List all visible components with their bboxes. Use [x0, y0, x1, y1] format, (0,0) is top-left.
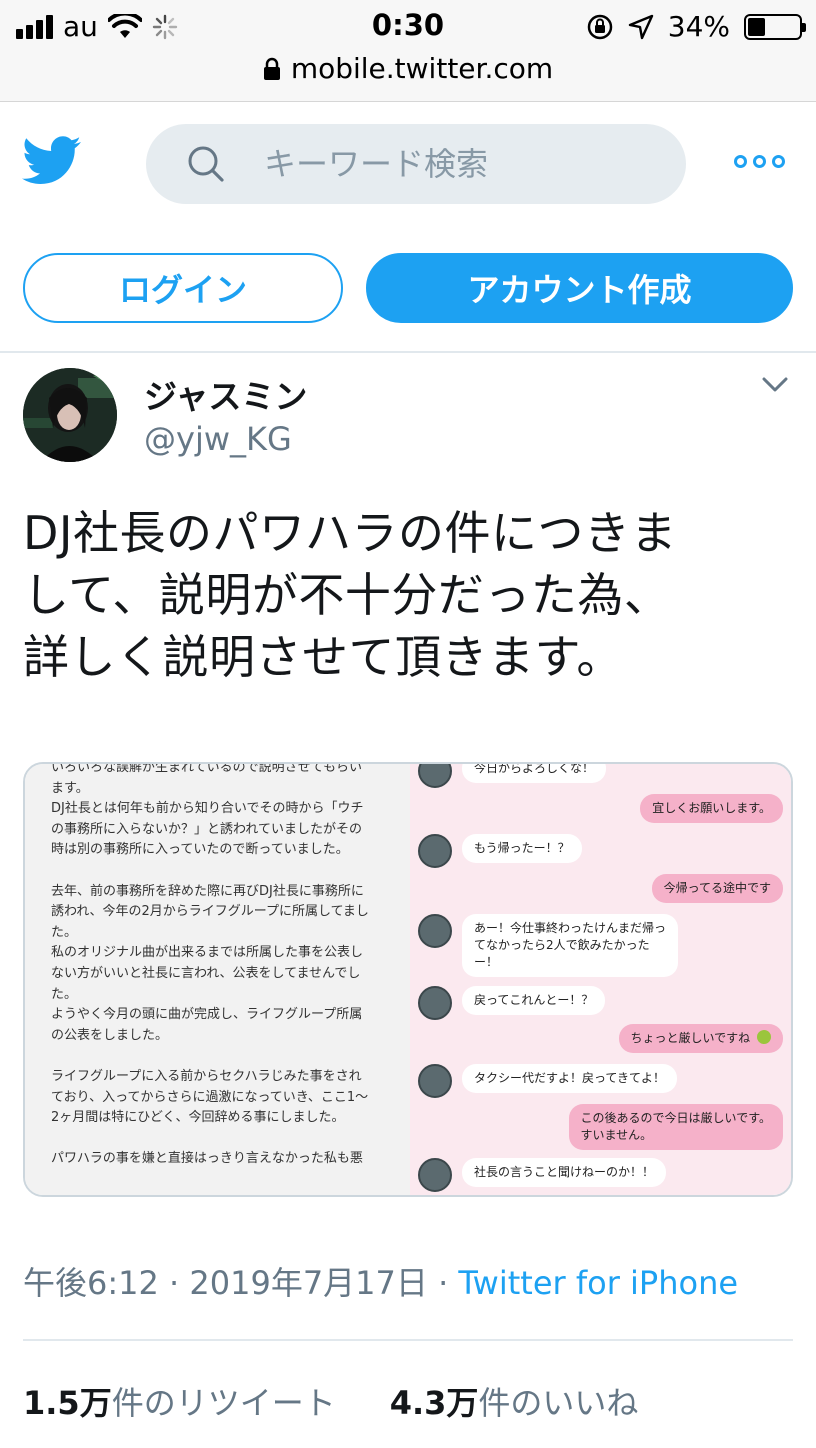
battery-icon — [744, 13, 806, 40]
statement-line: 2ヶ月間は特にひどく、今回辞める事にしました。 — [51, 1110, 345, 1126]
retweet-count: 1.5万 — [23, 1384, 112, 1422]
wifi-icon — [107, 13, 142, 38]
tweet-text-line: して、説明が不十分だった為、 — [23, 568, 671, 622]
statement-line: ており、入ってからさらに過激になっていき、ここ1〜 — [51, 1089, 369, 1105]
statement-line: た。 — [51, 924, 78, 940]
chat-avatar — [418, 834, 452, 868]
chat-bubble: 今日からよろしくな！ — [462, 764, 607, 783]
search-box[interactable] — [146, 124, 686, 204]
loading-spinner-icon — [152, 14, 178, 39]
statement-line: 去年、前の事務所を辞めた際に再びDJ社長に事務所に — [51, 883, 364, 899]
media-image-chat[interactable]: 今日からよろしくな！ 宜しくお願いします。 もう帰ったー！？ 今帰ってる途中です… — [410, 764, 791, 1195]
address-bar[interactable]: mobile.twitter.com — [0, 52, 816, 85]
status-bar: au 0:30 34% mobile.twitter.com — [0, 0, 816, 102]
statement-line: の公表をしました。 — [51, 1027, 169, 1043]
chat-message-in: もう帰ったー！？ — [418, 834, 582, 868]
chat-bubble: もう帰ったー！？ — [462, 834, 582, 863]
location-icon — [628, 14, 653, 39]
statement-line: 誘われ、今年の2月からライフグループに所属してまし — [51, 904, 369, 920]
login-button[interactable]: ログイン — [23, 253, 343, 323]
statement-line: パワハラの事を嫌と直接はっきり言えなかった私も悪 — [51, 1151, 363, 1167]
chat-message-in: 社長の言うこと聞けねーのか！！ — [418, 1158, 667, 1192]
chat-avatar — [418, 914, 452, 948]
tweet-source-link[interactable]: Twitter for iPhone — [458, 1264, 738, 1302]
tweet-text-line: DJ社長のパワハラの件につきま — [23, 506, 678, 560]
statement-line: 時は別の事務所に入っていたので断っていました。 — [51, 842, 349, 858]
status-left: au — [16, 10, 178, 43]
chat-bubble: 社長の言うこと聞けねーのか！！ — [462, 1158, 667, 1187]
tweet-timestamp[interactable]: 午後6:12 · 2019年7月17日 · — [23, 1264, 458, 1302]
twitter-header — [0, 103, 816, 223]
chevron-down-icon[interactable] — [760, 374, 790, 396]
battery-fill — [748, 17, 765, 36]
statement-line: ます。 — [51, 780, 89, 796]
retweet-label: 件のリツイート — [111, 1384, 336, 1422]
orientation-lock-icon — [587, 14, 613, 39]
like-label: 件のいいね — [478, 1384, 639, 1422]
chat-message-in: タクシー代だすよ！戻ってきてよ！ — [418, 1064, 678, 1098]
avatar[interactable] — [23, 368, 117, 462]
like-count: 4.3万 — [389, 1384, 479, 1422]
statement-line: ない方がいいと社長に言われ、公表をしてませんでし — [51, 965, 361, 981]
retweet-stat[interactable]: 1.5万件のリツイート — [23, 1378, 336, 1424]
statement-line: ライフグループに入る前からセクハラじみた事をされ — [51, 1068, 362, 1084]
lock-icon — [263, 57, 280, 80]
url-text: mobile.twitter.com — [290, 52, 554, 85]
statement-line: DJ社長とは何年も前から知り合いでその時から「ウチ — [51, 801, 364, 817]
statement-line: ようやく今月の頭に曲が完成し、ライフグループ所属 — [51, 1007, 363, 1023]
signal-icon — [16, 14, 53, 39]
worried-face-icon — [757, 1030, 771, 1044]
tweet-stats: 1.5万件のリツイート 4.3万件のいいね — [23, 1378, 638, 1424]
display-name[interactable]: ジャスミン — [144, 370, 307, 418]
statement-line: の事務所に入らないか？」と誘われていましたがその — [51, 821, 362, 837]
tweet-text: DJ社長のパワハラの件につきま して、説明が不十分だった為、 詳しく説明させて頂… — [23, 502, 793, 688]
battery-percent: 34% — [667, 10, 730, 43]
chat-message-in: あー！今仕事終わったけんまだ帰っ てなかったら2人で飲みたかった ー！ — [418, 914, 679, 977]
like-stat[interactable]: 4.3万件のいいね — [390, 1378, 639, 1424]
status-right: 34% — [586, 10, 806, 43]
signup-button[interactable]: アカウント作成 — [366, 253, 793, 323]
chat-message-in: 戻ってこれんとー！？ — [418, 986, 606, 1020]
chat-message-in: 今日からよろしくな！ — [418, 764, 607, 788]
chat-bubble-text: ちょっと厳しいですね — [630, 1031, 751, 1045]
statement-line — [51, 861, 396, 882]
chat-bubble: タクシー代だすよ！戻ってきてよ！ — [462, 1064, 678, 1093]
chat-bubble-out: この後あるので今日は厳しいです。 すいません。 — [568, 1104, 783, 1150]
chat-avatar — [418, 986, 452, 1020]
chat-bubble-out: 宜しくお願いします。 — [640, 794, 783, 823]
divider — [0, 351, 816, 353]
chat-avatar — [418, 1064, 452, 1098]
statement-line — [51, 1046, 396, 1067]
more-options-icon[interactable] — [734, 155, 785, 168]
search-input[interactable] — [264, 145, 644, 183]
tweet-text-line: 詳しく説明させて頂きます。 — [23, 630, 623, 684]
twitter-logo-icon[interactable] — [22, 135, 82, 187]
tweet-meta: 午後6:12 · 2019年7月17日 · Twitter for iPhone — [23, 1258, 738, 1304]
media-image-statement[interactable]: いろいろな誤解が生まれているので説明させてもらい ます。 DJ社長とは何年も前か… — [25, 764, 410, 1195]
statement-line: いろいろな誤解が生まれているので説明させてもらい — [51, 762, 362, 775]
search-icon — [188, 146, 224, 182]
chat-avatar — [418, 764, 452, 788]
tweet-media[interactable]: いろいろな誤解が生まれているので説明させてもらい ます。 DJ社長とは何年も前か… — [23, 762, 793, 1197]
statement-line — [51, 1129, 396, 1150]
statement-line: た。 — [51, 986, 78, 1002]
chat-avatar — [418, 1158, 452, 1192]
avatar-image — [23, 368, 117, 462]
carrier-label: au — [63, 10, 98, 43]
chat-bubble: あー！今仕事終わったけんまだ帰っ てなかったら2人で飲みたかった ー！ — [462, 914, 679, 977]
statement-line: 私のオリジナル曲が出来るまでは所属した事を公表し — [51, 945, 364, 961]
chat-bubble-out: ちょっと厳しいですね — [618, 1024, 783, 1053]
user-handle[interactable]: @yjw_KG — [144, 420, 292, 458]
divider — [23, 1339, 793, 1341]
chat-bubble: 戻ってこれんとー！？ — [462, 986, 606, 1015]
chat-bubble-out: 今帰ってる途中です — [651, 874, 783, 903]
